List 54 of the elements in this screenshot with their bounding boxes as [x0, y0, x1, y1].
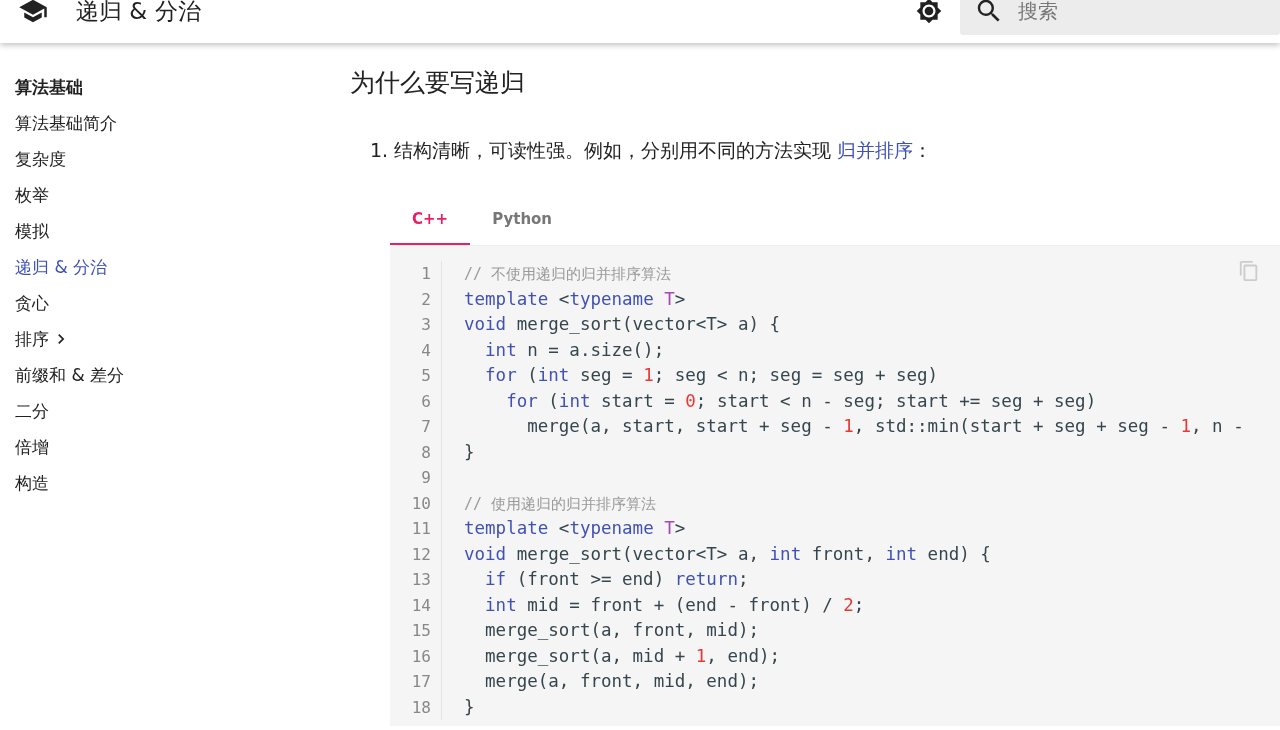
line-number: 14 [411, 594, 431, 617]
line-number: 11 [411, 518, 431, 540]
code-line: int mid = front + (end - front) / 2; [484, 593, 865, 617]
list-item-text: 1. 结构清晰，可读性强。例如，分别用不同的方法实现 归并排序： [370, 138, 934, 163]
line-number: 8 [421, 441, 431, 464]
brightness-icon[interactable] [916, 0, 942, 24]
code-line: // 使用递归的归并排序算法 [464, 493, 657, 515]
language-tab[interactable]: Python [470, 195, 575, 245]
line-number: 15 [411, 620, 431, 642]
code-line: } [464, 695, 475, 719]
sidebar-item[interactable]: 复杂度 [15, 141, 66, 177]
line-number: 2 [421, 288, 431, 311]
line-number: 9 [421, 467, 431, 489]
sidebar-item[interactable]: 递归 & 分治 [15, 249, 108, 285]
code-line: template <typename T> [464, 287, 686, 311]
line-number: 1 [421, 263, 431, 285]
line-number: 13 [411, 569, 431, 591]
line-number: 7 [421, 416, 431, 438]
line-number: 18 [411, 696, 431, 719]
code-line: int n = a.size(); [484, 338, 665, 362]
code-line: merge(a, front, mid, end); [484, 670, 759, 693]
code-line: template <typename T> [464, 517, 686, 540]
sidebar-item[interactable]: 算法基础 [15, 69, 83, 105]
merge-sort-link[interactable]: 归并排序 [837, 139, 914, 161]
code-line: merge_sort(a, mid + 1, end); [484, 644, 781, 668]
line-number: 6 [421, 390, 431, 413]
code-line: if (front >= end) return; [484, 568, 749, 591]
code-line: for (int seg = 1; seg < n; seg = seg + seg) [484, 364, 939, 387]
sidebar-item[interactable]: 枚举 [15, 177, 49, 213]
sidebar-item[interactable]: 前缀和 & 差分 [15, 357, 125, 393]
line-number: 3 [421, 314, 431, 336]
sidebar-item[interactable]: 二分 [15, 393, 49, 429]
line-number: 17 [411, 671, 431, 693]
code-line: for (int start = 0; start < n - seg; start += seg + seg) [505, 389, 1097, 413]
sidebar-item[interactable]: 排序 [15, 321, 71, 357]
line-number: 5 [421, 365, 431, 387]
line-number: 4 [421, 339, 431, 362]
sidebar-item[interactable]: 贪心 [15, 285, 49, 321]
section-heading: 为什么要写递归 [350, 67, 526, 99]
line-number: 12 [411, 543, 431, 566]
line-number: 16 [411, 645, 431, 668]
sidebar-item[interactable]: 模拟 [15, 213, 49, 249]
page-title: 递归 & 分治 [76, 0, 202, 26]
line-number: 10 [411, 492, 431, 515]
sidebar-item[interactable]: 倍增 [15, 429, 49, 465]
code-line: void merge_sort(vector<T> a, int front, int end) { [464, 542, 991, 566]
sidebar-item[interactable]: 算法基础简介 [15, 105, 117, 141]
search-field[interactable]: 搜索 [960, 0, 1280, 35]
code-line: void merge_sort(vector<T> a) { [464, 313, 781, 336]
code-line: // 不使用递归的归并排序算法 [464, 264, 672, 285]
code-line: merge_sort(a, front, mid); [484, 619, 759, 642]
code-line: merge(a, start, start + seg - 1, std::min(start + seg + seg - 1, n - [526, 415, 1244, 438]
code-line: } [464, 440, 475, 464]
sidebar-item[interactable]: 构造 [15, 465, 49, 501]
